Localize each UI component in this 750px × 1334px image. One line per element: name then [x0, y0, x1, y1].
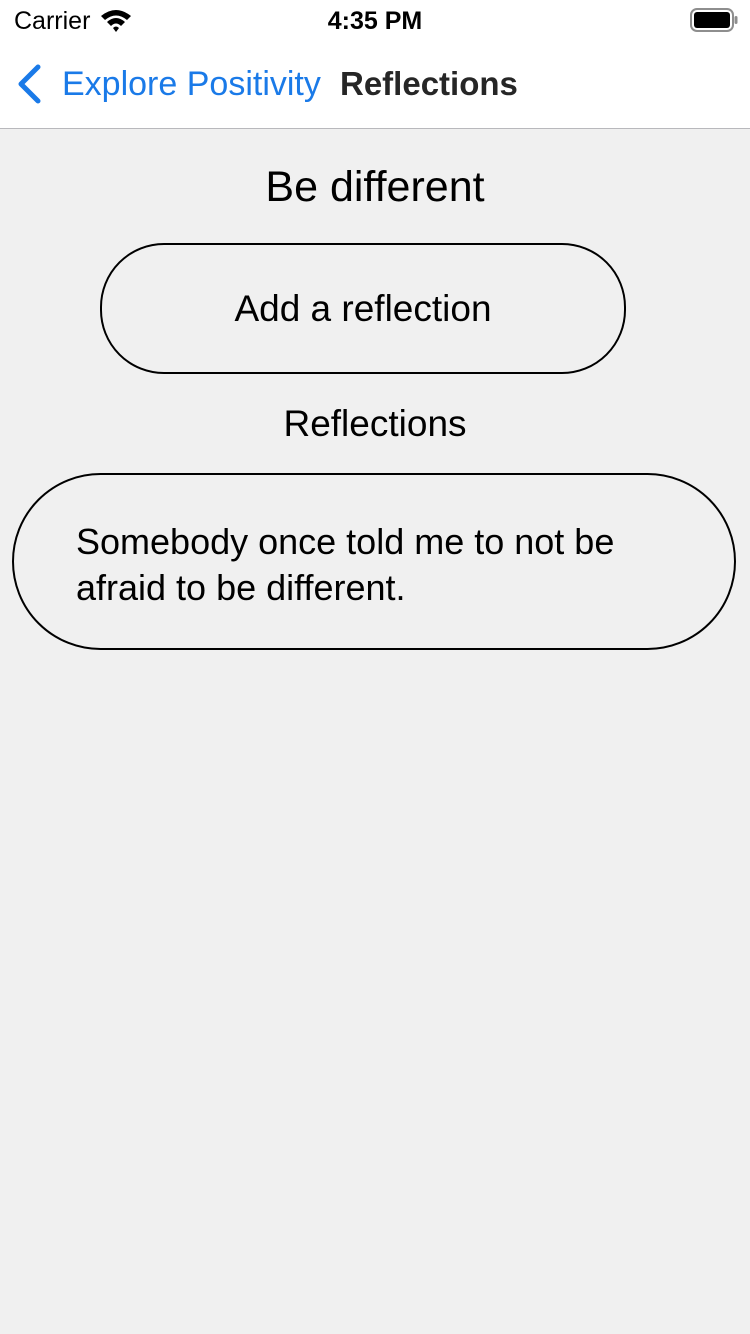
page-title: Be different [265, 163, 485, 211]
reflection-text: Somebody once told me to not be afraid t… [76, 521, 615, 608]
battery-icon [690, 8, 738, 32]
add-reflection-button[interactable]: Add a reflection [100, 243, 626, 374]
nav-title: Reflections [340, 65, 518, 102]
section-title: Reflections [283, 403, 467, 444]
add-reflection-button-label: Add a reflection [234, 287, 492, 329]
reflection-card[interactable]: Somebody once told me to not be afraid t… [12, 473, 736, 650]
clock: 4:35 PM [327, 7, 423, 35]
navigation-bar: Explore Positivity Reflections [0, 40, 750, 129]
chevron-left-icon [18, 64, 41, 104]
status-bar: Carrier 4:35 PM [0, 0, 750, 40]
back-button-label: Explore Positivity [62, 65, 321, 103]
back-button[interactable]: Explore Positivity [14, 62, 321, 106]
